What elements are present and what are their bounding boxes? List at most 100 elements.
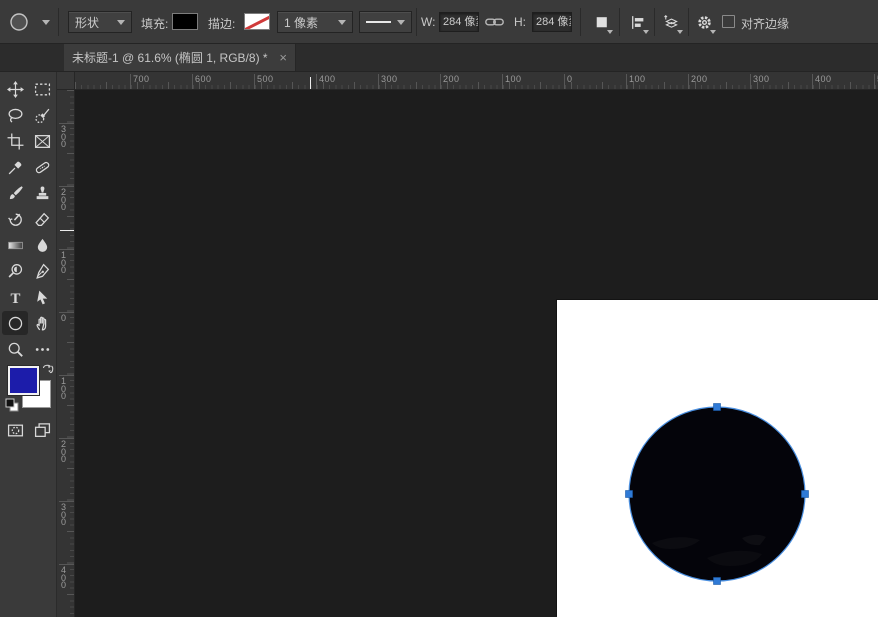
gradient-tool[interactable] — [2, 233, 28, 257]
ruler-major-tick — [130, 74, 131, 89]
eraser-tool[interactable] — [29, 207, 55, 231]
ruler-label: 300 — [753, 74, 770, 84]
edit-toolbar-button-icon — [34, 341, 51, 358]
handle-n[interactable] — [713, 403, 721, 411]
photoshop-window: { "colors": { "handle_blue": "#2f7ad6", … — [0, 0, 878, 617]
rectangular-marquee-tool-icon — [34, 81, 51, 98]
ruler-label: 2 0 0 — [61, 439, 67, 464]
lasso-tool[interactable] — [2, 103, 28, 127]
fill-label: 填充: — [141, 17, 169, 31]
ruler-major-tick — [378, 74, 379, 89]
handle-w[interactable] — [625, 490, 633, 498]
path-arrangement-button[interactable] — [658, 9, 684, 35]
stroke-swatch[interactable] — [244, 13, 270, 30]
horizontal-ruler[interactable]: 7006005004003002001000100200300400500 — [75, 72, 878, 90]
hand-tool[interactable] — [29, 311, 55, 335]
divider — [619, 8, 620, 36]
canvas-pasteboard[interactable] — [75, 90, 878, 617]
clone-stamp-tool-icon — [34, 185, 51, 202]
screen-mode-button[interactable] — [29, 418, 55, 442]
spot-healing-brush-tool-icon — [34, 159, 51, 176]
ruler-major-tick — [502, 74, 503, 89]
width-label: W: — [421, 15, 436, 29]
link-dimensions-icon[interactable] — [483, 9, 505, 35]
ruler-origin-corner[interactable] — [57, 72, 75, 90]
divider — [654, 8, 655, 36]
handle-e[interactable] — [801, 490, 809, 498]
close-icon[interactable]: × — [279, 51, 287, 64]
quick-mask-button[interactable] — [2, 418, 28, 442]
divider — [688, 8, 689, 36]
eyedropper-tool[interactable] — [2, 155, 28, 179]
ruler-label: 200 — [443, 74, 460, 84]
ruler-label: 3 0 0 — [61, 502, 67, 527]
shape-width-field[interactable]: 284 像素 — [439, 12, 479, 32]
divider — [580, 8, 581, 36]
path-operations-button[interactable] — [588, 9, 614, 35]
cursor-position-marker — [310, 77, 311, 89]
ruler-label: 400 — [815, 74, 832, 84]
rectangular-marquee-tool[interactable] — [29, 77, 55, 101]
path-selection-tool[interactable] — [29, 285, 55, 309]
clone-stamp-tool[interactable] — [29, 181, 55, 205]
chevron-down-icon — [397, 19, 405, 25]
gradient-tool-icon — [7, 237, 24, 254]
lasso-tool-icon — [7, 107, 24, 124]
divider — [58, 8, 59, 36]
path-selection-tool-icon — [34, 289, 51, 306]
swap-colors-icon[interactable] — [41, 362, 55, 376]
document-tab[interactable]: 未标题-1 @ 61.6% (椭圆 1, RGB/8) * × — [64, 44, 296, 71]
path-arrangement-icon — [663, 14, 680, 31]
ruler-label: 3 0 0 — [61, 124, 67, 149]
tool-preset-button[interactable] — [8, 8, 54, 36]
ruler-label: 700 — [133, 74, 150, 84]
vertical-ruler[interactable]: 3 0 02 0 01 0 001 0 02 0 03 0 04 0 05 0 … — [57, 90, 75, 617]
stroke-type-select[interactable] — [359, 11, 412, 33]
default-colors-icon[interactable] — [5, 398, 19, 412]
ruler-major-tick — [750, 74, 751, 89]
edit-toolbar-button[interactable] — [29, 337, 55, 361]
document-tab-bar: 未标题-1 @ 61.6% (椭圆 1, RGB/8) * × — [0, 44, 878, 72]
stroke-width-value: 1 像素 — [284, 15, 319, 30]
brush-tool[interactable] — [2, 181, 28, 205]
spot-healing-brush-tool[interactable] — [29, 155, 55, 179]
type-tool[interactable]: T — [2, 285, 28, 309]
path-operations-icon — [593, 14, 610, 31]
ruler-label: 500 — [257, 74, 274, 84]
quick-selection-tool[interactable] — [29, 103, 55, 127]
svg-text:T: T — [10, 290, 20, 305]
pen-tool[interactable] — [29, 259, 55, 283]
blur-tool[interactable] — [29, 233, 55, 257]
stroke-width-select[interactable]: 1 像素 — [277, 11, 353, 33]
cursor-position-marker — [60, 230, 74, 231]
dodge-tool-icon — [7, 263, 24, 280]
chevron-down-icon — [338, 19, 346, 25]
align-edges-checkbox[interactable] — [722, 15, 735, 28]
dodge-tool[interactable] — [2, 259, 28, 283]
quickmask-icon — [7, 422, 24, 439]
blur-tool-icon — [34, 237, 51, 254]
path-alignment-button[interactable] — [624, 9, 650, 35]
chevron-down-icon — [42, 19, 50, 25]
zoom-tool[interactable] — [2, 337, 28, 361]
ruler-label: 0 — [567, 74, 573, 84]
history-brush-tool[interactable] — [2, 207, 28, 231]
divider — [416, 8, 417, 36]
shape-settings-button[interactable] — [691, 9, 717, 35]
ruler-major-tick — [564, 74, 565, 89]
move-tool[interactable] — [2, 77, 28, 101]
ruler-major-tick — [812, 74, 813, 89]
shape-height-field[interactable]: 284 像素 — [532, 12, 572, 32]
frame-tool[interactable] — [29, 129, 55, 153]
tool-mode-select[interactable]: 形状 — [68, 11, 132, 33]
document-canvas[interactable] — [557, 300, 878, 617]
ellipse-tool[interactable] — [2, 311, 28, 335]
tool-mode-value: 形状 — [75, 15, 100, 30]
ruler-label: 1 0 0 — [61, 250, 67, 275]
path-alignment-icon — [629, 14, 646, 31]
fill-swatch[interactable] — [172, 13, 198, 30]
handle-s[interactable] — [713, 577, 721, 585]
crop-tool[interactable] — [2, 129, 28, 153]
ruler-label: 400 — [319, 74, 336, 84]
foreground-color-swatch[interactable] — [7, 365, 40, 396]
